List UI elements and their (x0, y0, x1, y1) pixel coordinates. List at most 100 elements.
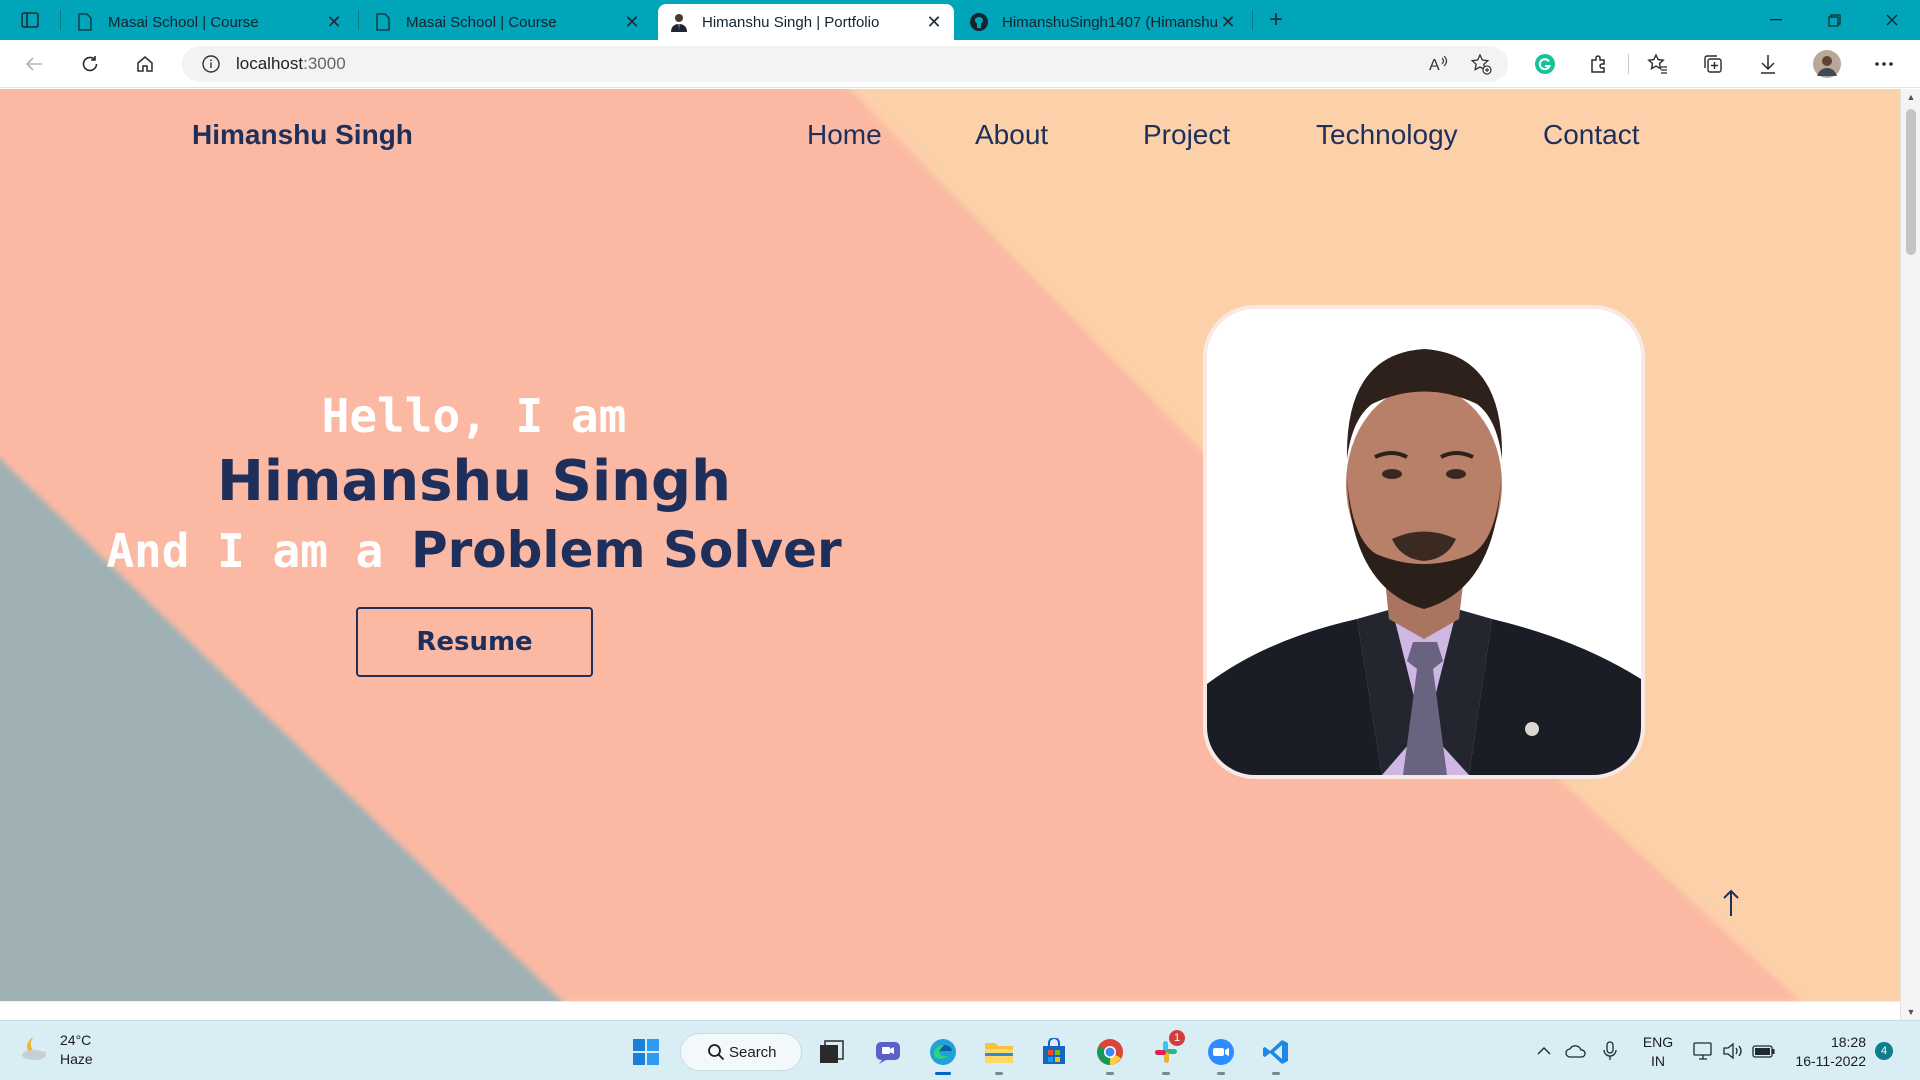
tab-title: Masai School | Course (406, 13, 557, 31)
new-tab-icon[interactable]: + (1262, 6, 1290, 33)
file-explorer-icon[interactable] (979, 1032, 1019, 1075)
scroll-up-icon[interactable]: ▲ (1901, 89, 1920, 105)
tab-github[interactable]: HimanshuSingh1407 (Himanshu ✕ (958, 4, 1248, 40)
tab-actions-icon[interactable] (16, 8, 44, 32)
weather-widget[interactable]: 24°C Haze (20, 1031, 93, 1069)
site-info-icon[interactable] (200, 53, 222, 75)
portrait-illustration (1207, 309, 1641, 775)
page-viewport: Himanshu Singh Home About Project Techno… (0, 89, 1900, 1001)
scroll-down-icon[interactable]: ▼ (1901, 1004, 1920, 1020)
favorites-icon[interactable] (1642, 49, 1674, 79)
back-icon[interactable] (18, 49, 50, 79)
scroll-to-top-icon[interactable] (1716, 885, 1746, 921)
tab-title: HimanshuSingh1407 (Himanshu (1002, 13, 1218, 31)
windows-taskbar: 24°C Haze Search 1 ENG IN 18:28 16-11-20… (0, 1020, 1920, 1080)
tagline-prefix: And I am a (106, 524, 384, 578)
page-icon (74, 11, 96, 33)
nav-about-link[interactable]: About (975, 119, 1048, 151)
task-view-icon[interactable] (812, 1032, 852, 1072)
tab-title: Masai School | Course (108, 13, 259, 31)
running-indicator (995, 1072, 1003, 1075)
tab-separator (358, 10, 359, 30)
slack-icon[interactable]: 1 (1146, 1030, 1186, 1075)
start-icon[interactable] (626, 1032, 666, 1072)
moon-cloud-icon (20, 1034, 50, 1067)
clock-date: 16-11-2022 (1795, 1053, 1866, 1069)
tab-masai-course-2[interactable]: Masai School | Course ✕ (362, 4, 652, 40)
weather-desc: Haze (60, 1051, 93, 1067)
tab-separator (1252, 10, 1253, 30)
browser-toolbar: localhost:3000 A (0, 40, 1920, 88)
hero-greeting: Hello, I am (321, 389, 627, 443)
downloads-icon[interactable] (1752, 49, 1784, 79)
edge-icon[interactable] (923, 1032, 963, 1075)
teams-chat-icon[interactable] (868, 1032, 908, 1072)
active-indicator (935, 1072, 951, 1075)
clock-time: 18:28 (1830, 1034, 1866, 1050)
collections-icon[interactable] (1697, 49, 1729, 79)
running-indicator (1162, 1072, 1170, 1075)
url-port: :3000 (303, 54, 346, 73)
refresh-icon[interactable] (74, 49, 106, 79)
show-hidden-icons[interactable] (1532, 1039, 1556, 1063)
language-indicator[interactable]: ENG IN (1640, 1033, 1676, 1071)
tagline-role: Problem Solver (410, 521, 842, 579)
nav-home-link[interactable]: Home (807, 119, 882, 151)
more-options-icon[interactable] (1868, 49, 1900, 79)
store-icon[interactable] (1034, 1032, 1074, 1072)
close-window-icon[interactable] (1864, 0, 1920, 40)
resume-button[interactable]: Resume (356, 607, 593, 677)
tab-separator (60, 10, 61, 30)
zoom-icon[interactable] (1201, 1032, 1241, 1075)
tab-title: Himanshu Singh | Portfolio (702, 13, 880, 31)
close-tab-icon[interactable]: ✕ (924, 12, 944, 33)
running-indicator (1272, 1072, 1280, 1075)
weather-temp: 24°C (60, 1032, 92, 1048)
vertical-scrollbar[interactable]: ▲ ▼ (1900, 89, 1920, 1020)
slack-badge: 1 (1169, 1030, 1185, 1046)
hero-name: Himanshu Singh (217, 449, 731, 514)
toolbar-divider (1628, 54, 1629, 74)
notification-count-badge[interactable]: 4 (1875, 1042, 1893, 1060)
vscode-icon[interactable] (1256, 1032, 1296, 1075)
network-icon[interactable] (1692, 1039, 1716, 1063)
running-indicator (1217, 1072, 1225, 1075)
nav-contact-link[interactable]: Contact (1543, 119, 1640, 151)
extensions-icon[interactable] (1583, 49, 1615, 79)
clock[interactable]: 18:28 16-11-2022 (1790, 1033, 1866, 1071)
site-logo[interactable]: Himanshu Singh (192, 119, 413, 151)
browser-tab-strip: Masai School | Course ✕ Masai School | C… (0, 0, 1920, 40)
running-indicator (1106, 1072, 1114, 1075)
minimize-icon[interactable] (1748, 0, 1804, 40)
scrollbar-thumb[interactable] (1906, 109, 1916, 255)
chrome-icon[interactable] (1090, 1032, 1130, 1075)
onedrive-icon[interactable] (1564, 1039, 1588, 1063)
grammarly-icon[interactable] (1529, 49, 1561, 79)
microphone-icon[interactable] (1598, 1039, 1622, 1063)
tab-portfolio[interactable]: Himanshu Singh | Portfolio ✕ (658, 4, 954, 40)
svg-text:A: A (1429, 57, 1440, 73)
add-favorite-icon[interactable] (1466, 49, 1496, 79)
close-tab-icon[interactable]: ✕ (1218, 12, 1238, 33)
hero-tagline: And I am a Problem Solver (0, 521, 948, 579)
restore-icon[interactable] (1806, 0, 1862, 40)
avatar-icon (668, 11, 690, 33)
search-icon (707, 1043, 725, 1065)
close-tab-icon[interactable]: ✕ (324, 12, 344, 33)
page-icon (372, 11, 394, 33)
profile-photo (1203, 305, 1645, 779)
address-bar[interactable]: localhost:3000 A (182, 46, 1508, 82)
battery-icon[interactable] (1752, 1039, 1776, 1063)
home-icon[interactable] (129, 49, 161, 79)
url-text[interactable]: localhost:3000 (236, 54, 346, 74)
nav-technology-link[interactable]: Technology (1316, 119, 1458, 151)
nav-project-link[interactable]: Project (1143, 119, 1230, 151)
volume-icon[interactable] (1722, 1039, 1746, 1063)
profile-avatar[interactable] (1811, 49, 1843, 79)
lang-code: ENG (1642, 1034, 1674, 1050)
read-aloud-icon[interactable]: A (1424, 49, 1454, 79)
github-icon (968, 11, 990, 33)
taskbar-search[interactable]: Search (680, 1033, 802, 1071)
tab-masai-course-1[interactable]: Masai School | Course ✕ (64, 4, 354, 40)
close-tab-icon[interactable]: ✕ (622, 12, 642, 33)
